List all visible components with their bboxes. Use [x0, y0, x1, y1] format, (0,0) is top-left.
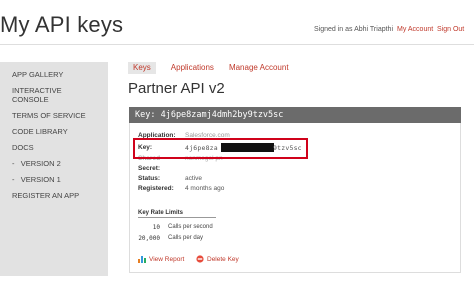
tab-manage-account[interactable]: Manage Account [229, 62, 289, 74]
status-label: Status: [138, 175, 161, 182]
header-divider [0, 44, 474, 45]
tab-applications[interactable]: Applications [171, 62, 214, 74]
tab-keys[interactable]: Keys [128, 62, 156, 74]
bar-chart-icon [138, 255, 146, 263]
registered-value: 4 months ago [185, 185, 225, 192]
delete-icon [196, 255, 204, 263]
sidebar-item-app-gallery[interactable]: APP GALLERY [0, 70, 108, 79]
limit-num-per-day: 20,000 [138, 235, 160, 242]
rate-limits-title: Key Rate Limits [138, 210, 216, 218]
limit-text-per-day: Calls per day [168, 235, 204, 241]
tab-bar: Keys Applications Manage Account [128, 62, 304, 74]
my-account-link[interactable]: My Account [397, 26, 433, 33]
status-value: active [185, 175, 202, 182]
sidebar-item-code-library[interactable]: CODE LIBRARY [0, 127, 108, 136]
sidebar-item-version-2[interactable]: - VERSION 2 [0, 159, 108, 168]
key-header-bar: Key: 4j6pe8zamj4dmh2by9tzv5sc [129, 107, 461, 123]
sidebar-item-terms-of-service[interactable]: TERMS OF SERVICE [0, 111, 108, 120]
signed-in-text: Signed in as Abhi Triapthi [314, 26, 393, 33]
registered-label: Registered: [138, 185, 174, 192]
sidebar-item-register-an-app[interactable]: REGISTER AN APP [0, 191, 108, 200]
limit-text-per-second: Calls per second [168, 224, 213, 230]
sign-out-link[interactable]: Sign Out [437, 26, 464, 33]
key-highlight-box [133, 138, 308, 159]
secret-label: Secret: [138, 165, 161, 172]
delete-key-label: Delete Key [207, 255, 239, 263]
section-title: Partner API v2 [128, 80, 225, 97]
sidebar-item-version-1[interactable]: - VERSION 1 [0, 175, 108, 184]
view-report-button[interactable]: View Report [138, 255, 184, 263]
page-title: My API keys [0, 12, 124, 37]
view-report-label: View Report [149, 255, 185, 263]
limit-num-per-second: 10 [152, 224, 160, 231]
sidebar-item-interactive-console[interactable]: INTERACTIVE CONSOLE [0, 86, 70, 104]
sidebar: APP GALLERY INTERACTIVE CONSOLE TERMS OF… [0, 62, 108, 276]
sidebar-item-docs[interactable]: DOCS [0, 143, 108, 152]
delete-key-button[interactable]: Delete Key [196, 255, 239, 263]
